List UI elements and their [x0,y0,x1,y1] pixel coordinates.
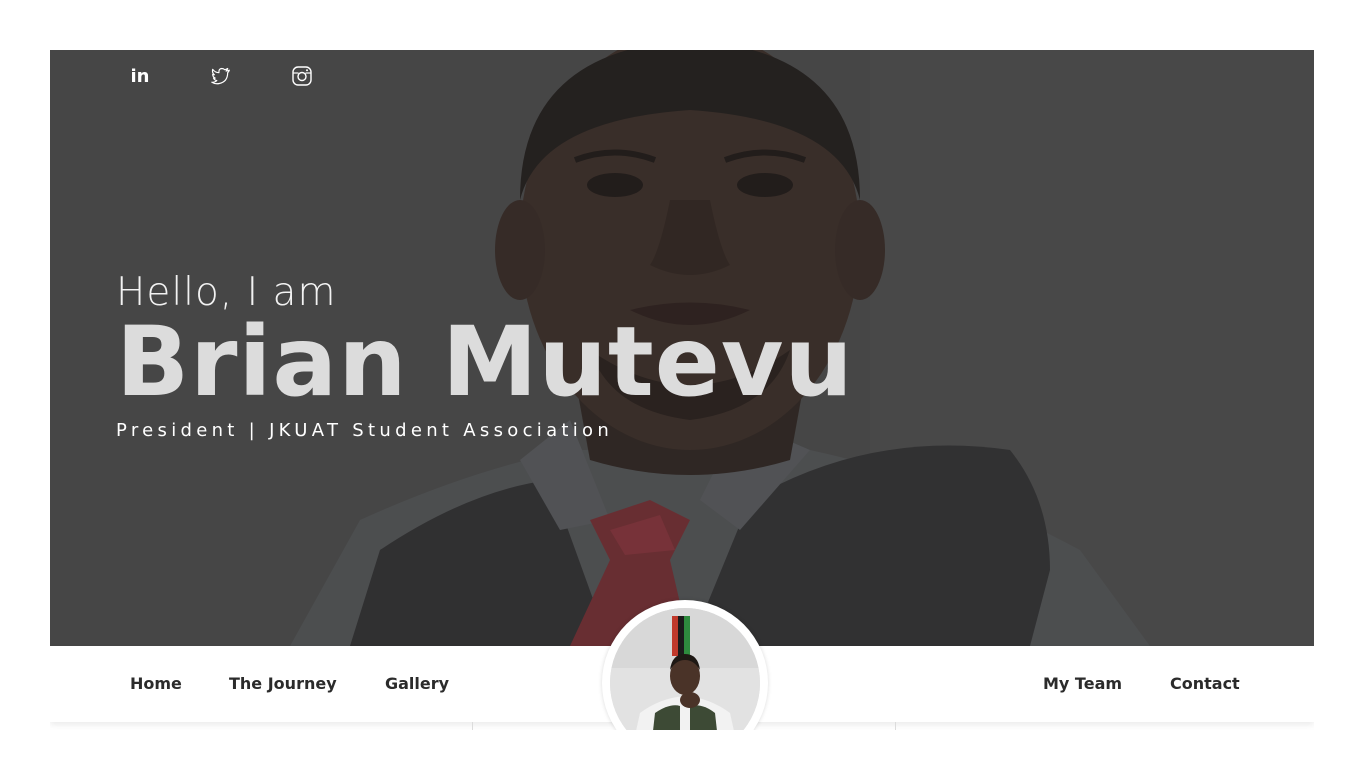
instagram-icon[interactable] [290,64,314,88]
twitter-icon[interactable] [209,64,233,88]
social-links: in [128,64,314,88]
nav-contact[interactable]: Contact [1170,674,1240,693]
section-divider [472,722,473,730]
instagram-camera-glyph [292,66,312,86]
nav-home[interactable]: Home [130,674,182,693]
page-frame: in Hello, I am Brian Mutevu President | … [50,50,1314,730]
hero-role: President | JKUAT Student Association [116,420,614,441]
linkedin-label: in [130,65,150,87]
nav-the-journey[interactable]: The Journey [229,674,337,693]
twitter-bird-glyph [211,67,230,85]
avatar-photo-graphic [610,608,760,730]
avatar-photo [610,608,760,730]
hero-name: Brian Mutevu [116,306,854,418]
hero-banner: in Hello, I am Brian Mutevu President | … [50,50,1314,646]
linkedin-icon[interactable]: in [128,64,152,88]
nav-my-team[interactable]: My Team [1043,674,1122,693]
section-divider [895,722,896,730]
nav-gallery[interactable]: Gallery [385,674,449,693]
